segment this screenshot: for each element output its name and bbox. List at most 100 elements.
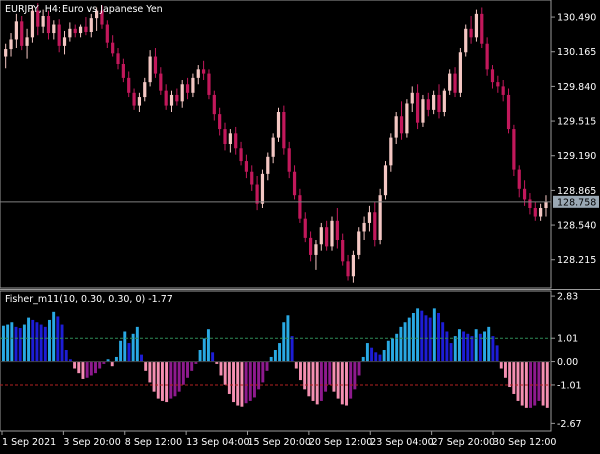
symbol-label: EURJPY, H4: [5,4,61,15]
bid-price-label: 128.758 [557,197,596,208]
candle-body [57,24,61,46]
candle-body [458,52,462,93]
histogram-bar [495,345,499,362]
histogram-bar [332,361,336,392]
histogram-bar [227,361,231,394]
histogram-bar [282,322,286,362]
candle-body [250,171,254,185]
histogram-bar [516,361,520,401]
candle-body [292,171,297,196]
candle-body [480,13,484,44]
candle-body [111,42,115,54]
histogram-bar [441,322,445,362]
histogram-bar [349,361,353,399]
histogram-bar [22,324,26,362]
histogram-bar [110,361,114,367]
candle-body [410,92,414,104]
candle-body [357,231,361,255]
histogram-bar [499,361,503,369]
candle-body [202,69,206,74]
histogram-bar [311,361,315,401]
candle-body [367,212,372,223]
time-tick-label: 1 Sep 2021 [2,437,56,448]
histogram-bar [491,336,495,362]
candle-body [52,24,56,34]
chart-window: 130.490 130.165 129.840 129.515 129.190 128.8… [0,0,600,450]
candle-body [169,94,174,106]
histogram-bar [432,308,436,362]
symbol-description: Euro vs Japanese Yen [62,4,163,15]
histogram-bar [181,361,185,385]
candle-body [501,86,505,95]
candle-body [14,21,18,40]
histogram-bar [43,326,47,362]
histogram-bar [177,361,181,392]
histogram-bar [169,361,173,399]
price-tick-label: 128.865 [557,186,596,197]
candle-body [89,18,93,32]
histogram-bar [39,324,43,362]
histogram-bar [18,328,22,362]
candle-body [148,56,152,83]
candle-body [544,201,548,208]
price-tick-label: 129.515 [557,117,596,128]
histogram-bar [144,361,148,371]
indicator-tick-label: 2.83 [557,292,578,303]
histogram-bar [269,356,273,362]
chart-canvas[interactable]: 130.490 130.165 129.840 129.515 129.190 128.8… [0,0,600,450]
histogram-bar [135,326,139,362]
candle-body [346,261,350,277]
candle-body [490,69,495,83]
candle-body [453,73,457,93]
histogram-bar [140,354,143,362]
histogram-bar [240,361,244,407]
indicator-label: Fisher_m11(10, 0.30, 0.30, 0) -1.77 [5,294,173,305]
histogram-bar [537,361,541,401]
candle-body [228,133,232,144]
histogram-bar [31,319,35,362]
candle-body [448,73,452,91]
candle-body [442,90,446,112]
candle-body [244,161,249,172]
histogram-bar [453,336,457,362]
price-tick-label: 128.540 [557,221,596,232]
candle-body [287,148,291,172]
candle-body [506,94,511,130]
histogram-bar [2,325,5,362]
candle-body [132,92,136,106]
candle-body [175,94,179,102]
histogram-bar [85,361,89,378]
candle-body [9,39,13,50]
histogram-bar [457,329,461,362]
histogram-bar [328,361,332,385]
histogram-bar [94,361,97,374]
histogram-bar [445,331,449,362]
histogram-bar [232,361,236,403]
histogram-bar [508,361,512,388]
candle-body [153,56,158,74]
candle-body [212,94,216,115]
histogram-bar [119,340,123,362]
candle-body [180,84,184,102]
histogram-bar [89,361,93,376]
histogram-bar [64,350,68,362]
candle-body [421,99,425,123]
histogram-bar [340,361,344,405]
histogram-bar [324,361,328,392]
histogram-bar [98,361,102,369]
histogram-bar [294,361,298,369]
histogram-bar [206,329,210,362]
histogram-bar [437,312,440,362]
price-tick-label: 129.190 [557,151,596,162]
histogram-bar [160,361,164,401]
histogram-bar [35,322,39,362]
histogram-bar [56,316,60,362]
histogram-bar [236,361,240,406]
histogram-bar [48,319,51,362]
histogram-bar [399,326,403,362]
bid-price-marker: 128.758 [553,195,599,208]
candle-body [383,165,388,196]
histogram-bar [382,350,386,362]
histogram-bar [278,343,282,362]
histogram-bar [299,361,302,381]
